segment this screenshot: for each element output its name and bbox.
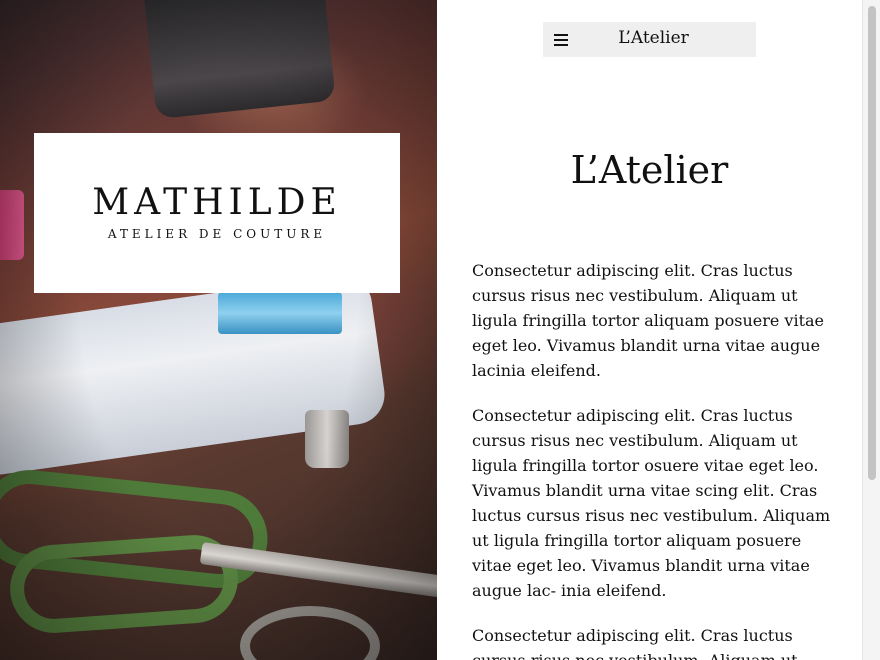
page-title: L’Atelier <box>570 148 729 192</box>
paragraph: Consectetur adipiscing elit. Cras luctus… <box>472 406 831 600</box>
hero-photo <box>0 0 437 660</box>
scrollbar[interactable] <box>862 0 880 660</box>
top-bar: L’Atelier <box>543 22 756 57</box>
logo-name: MATHILDE <box>92 182 342 223</box>
scrollbar-thumb[interactable] <box>868 6 876 480</box>
body-text: Consectetur adipiscing elit. Cras luctus… <box>472 258 832 660</box>
paragraph: Consectetur adipiscing elit. Cras luctus… <box>472 261 825 380</box>
topbar-title[interactable]: L’Atelier <box>543 28 756 48</box>
main-content: L’Atelier L’Atelier Consectetur adipisci… <box>437 0 862 660</box>
logo-card[interactable]: MATHILDE ATELIER DE COUTURE <box>34 133 400 293</box>
photo-vignette <box>0 0 437 660</box>
paragraph: Consectetur adipiscing elit. Cras luctus… <box>472 626 798 660</box>
logo-subtitle: ATELIER DE COUTURE <box>107 227 327 241</box>
